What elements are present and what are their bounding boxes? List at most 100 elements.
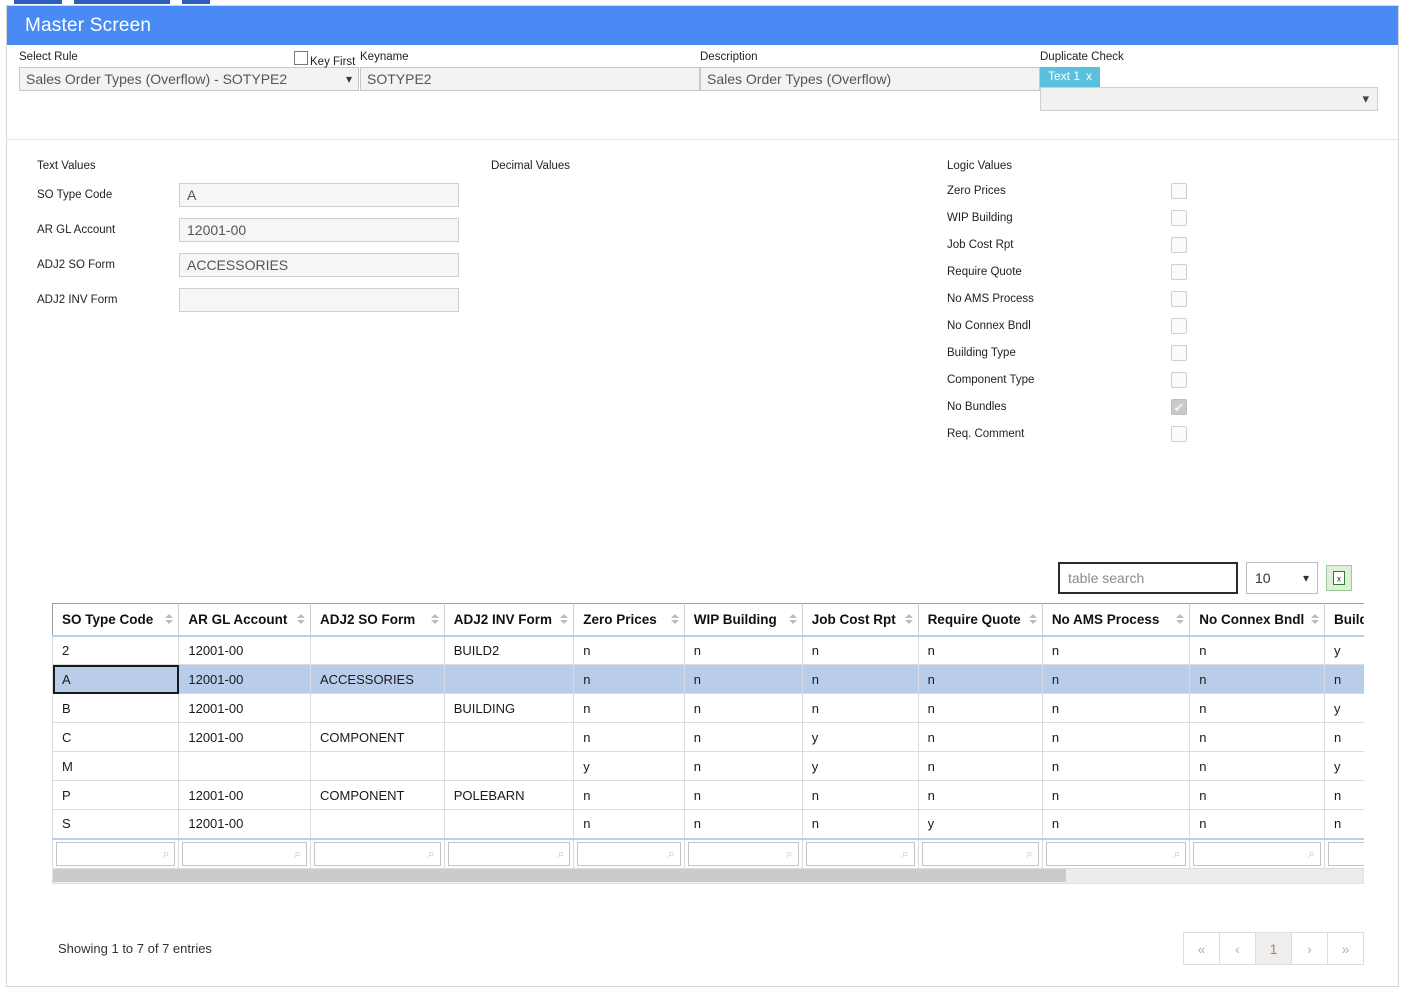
select-rule-dropdown[interactable]: Sales Order Types (Overflow) - SOTYPE2 ▾ (19, 67, 359, 91)
table-cell[interactable]: n (1190, 723, 1325, 752)
keyname-field[interactable]: SOTYPE2 (360, 67, 700, 91)
table-cell[interactable]: n (1042, 810, 1189, 839)
pagination-last-button[interactable]: » (1327, 932, 1364, 965)
column-search-input[interactable]: ⌕ (922, 842, 1039, 866)
table-cell[interactable]: B (53, 694, 179, 723)
table-cell[interactable]: n (1042, 723, 1189, 752)
table-cell[interactable]: n (1042, 752, 1189, 781)
table-cell[interactable]: n (1190, 752, 1325, 781)
table-column-header[interactable]: Building Type (1325, 604, 1364, 636)
column-search-input[interactable]: ⌕ (182, 842, 307, 866)
so-type-code-field[interactable]: A (179, 183, 459, 207)
logic-value-checkbox[interactable] (1171, 426, 1187, 442)
table-cell[interactable] (444, 752, 574, 781)
table-cell[interactable]: 12001-00 (179, 781, 311, 810)
table-cell[interactable]: n (574, 781, 685, 810)
table-row[interactable]: A12001-00ACCESSORIESnnnnnnn (53, 665, 1365, 694)
table-cell[interactable]: n (574, 636, 685, 665)
table-column-header[interactable]: ADJ2 INV Form (444, 604, 574, 636)
table-cell[interactable]: y (1325, 752, 1364, 781)
table-column-header[interactable]: Job Cost Rpt (802, 604, 918, 636)
table-cell[interactable]: y (574, 752, 685, 781)
table-cell[interactable]: 2 (53, 636, 179, 665)
table-row[interactable]: Mynynnny (53, 752, 1365, 781)
table-cell[interactable] (310, 752, 444, 781)
table-column-header[interactable]: WIP Building (684, 604, 802, 636)
pagination-page-button[interactable]: 1 (1255, 932, 1292, 965)
pagination-next-button[interactable]: › (1291, 932, 1328, 965)
table-cell[interactable]: n (684, 781, 802, 810)
logic-value-checkbox[interactable]: ✔ (1171, 399, 1187, 415)
column-search-input[interactable]: ⌕ (1193, 842, 1321, 866)
table-cell[interactable]: n (574, 723, 685, 752)
table-cell[interactable]: n (918, 781, 1042, 810)
table-column-header[interactable]: No Connex Bndl (1190, 604, 1325, 636)
table-row[interactable]: C12001-00COMPONENTnnynnnn (53, 723, 1365, 752)
adj2-inv-form-field[interactable] (179, 288, 459, 312)
table-cell[interactable]: n (1325, 723, 1364, 752)
column-search-input[interactable]: ⌕ (688, 842, 799, 866)
table-cell[interactable]: n (802, 810, 918, 839)
table-cell[interactable]: n (802, 665, 918, 694)
column-search-input[interactable]: ⌕ (806, 842, 915, 866)
sort-arrows-icon[interactable] (671, 614, 679, 624)
table-cell[interactable]: n (918, 636, 1042, 665)
pagination-prev-button[interactable]: ‹ (1219, 932, 1256, 965)
tag-remove-icon[interactable]: x (1086, 69, 1092, 83)
sort-arrows-icon[interactable] (905, 614, 913, 624)
column-search-input[interactable]: ⌕ (56, 842, 175, 866)
sort-arrows-icon[interactable] (1176, 614, 1184, 624)
table-column-header[interactable]: AR GL Account (179, 604, 311, 636)
table-cell[interactable]: M (53, 752, 179, 781)
table-cell[interactable]: 12001-00 (179, 665, 311, 694)
table-cell[interactable]: n (684, 810, 802, 839)
table-cell[interactable]: 12001-00 (179, 723, 311, 752)
logic-value-checkbox[interactable] (1171, 237, 1187, 253)
column-search-input[interactable]: ⌕ (1328, 842, 1364, 866)
table-cell[interactable] (179, 752, 311, 781)
table-cell[interactable]: n (918, 694, 1042, 723)
sort-arrows-icon[interactable] (560, 614, 568, 624)
duplicate-check-tag[interactable]: Text 1x (1040, 67, 1385, 87)
table-cell[interactable]: n (684, 636, 802, 665)
description-field[interactable]: Sales Order Types (Overflow) (700, 67, 1040, 91)
table-cell[interactable]: n (1042, 636, 1189, 665)
table-cell[interactable]: y (1325, 694, 1364, 723)
logic-value-checkbox[interactable] (1171, 264, 1187, 280)
table-cell[interactable]: C (53, 723, 179, 752)
table-cell[interactable]: BUILD2 (444, 636, 574, 665)
table-column-header[interactable]: No AMS Process (1042, 604, 1189, 636)
table-cell[interactable]: n (1190, 636, 1325, 665)
table-cell[interactable]: n (918, 723, 1042, 752)
adj2-so-form-field[interactable]: ACCESSORIES (179, 253, 459, 277)
table-cell[interactable]: BUILDING (444, 694, 574, 723)
table-cell[interactable]: n (1042, 781, 1189, 810)
table-cell[interactable]: y (1325, 636, 1364, 665)
table-cell[interactable] (444, 810, 574, 839)
table-cell[interactable]: ACCESSORIES (310, 665, 444, 694)
column-search-input[interactable]: ⌕ (1046, 842, 1186, 866)
table-cell[interactable]: n (1325, 781, 1364, 810)
table-cell[interactable]: n (684, 694, 802, 723)
duplicate-check-dropdown[interactable]: ▾ (1040, 87, 1378, 111)
table-cell[interactable]: n (574, 810, 685, 839)
table-cell[interactable]: n (684, 752, 802, 781)
table-cell[interactable] (310, 636, 444, 665)
sort-arrows-icon[interactable] (165, 614, 173, 624)
table-cell[interactable]: n (684, 723, 802, 752)
column-search-input[interactable]: ⌕ (448, 842, 571, 866)
table-cell[interactable]: n (918, 665, 1042, 694)
table-cell[interactable] (310, 810, 444, 839)
column-search-input[interactable]: ⌕ (314, 842, 441, 866)
logic-value-checkbox[interactable] (1171, 318, 1187, 334)
table-column-header[interactable]: SO Type Code (53, 604, 179, 636)
table-cell[interactable]: n (802, 781, 918, 810)
table-cell[interactable]: n (1190, 810, 1325, 839)
table-cell[interactable]: y (802, 752, 918, 781)
table-cell[interactable]: n (1325, 810, 1364, 839)
table-cell[interactable]: n (574, 665, 685, 694)
table-cell[interactable]: n (1325, 665, 1364, 694)
table-cell[interactable]: n (1190, 694, 1325, 723)
table-cell[interactable] (444, 723, 574, 752)
table-cell[interactable]: P (53, 781, 179, 810)
